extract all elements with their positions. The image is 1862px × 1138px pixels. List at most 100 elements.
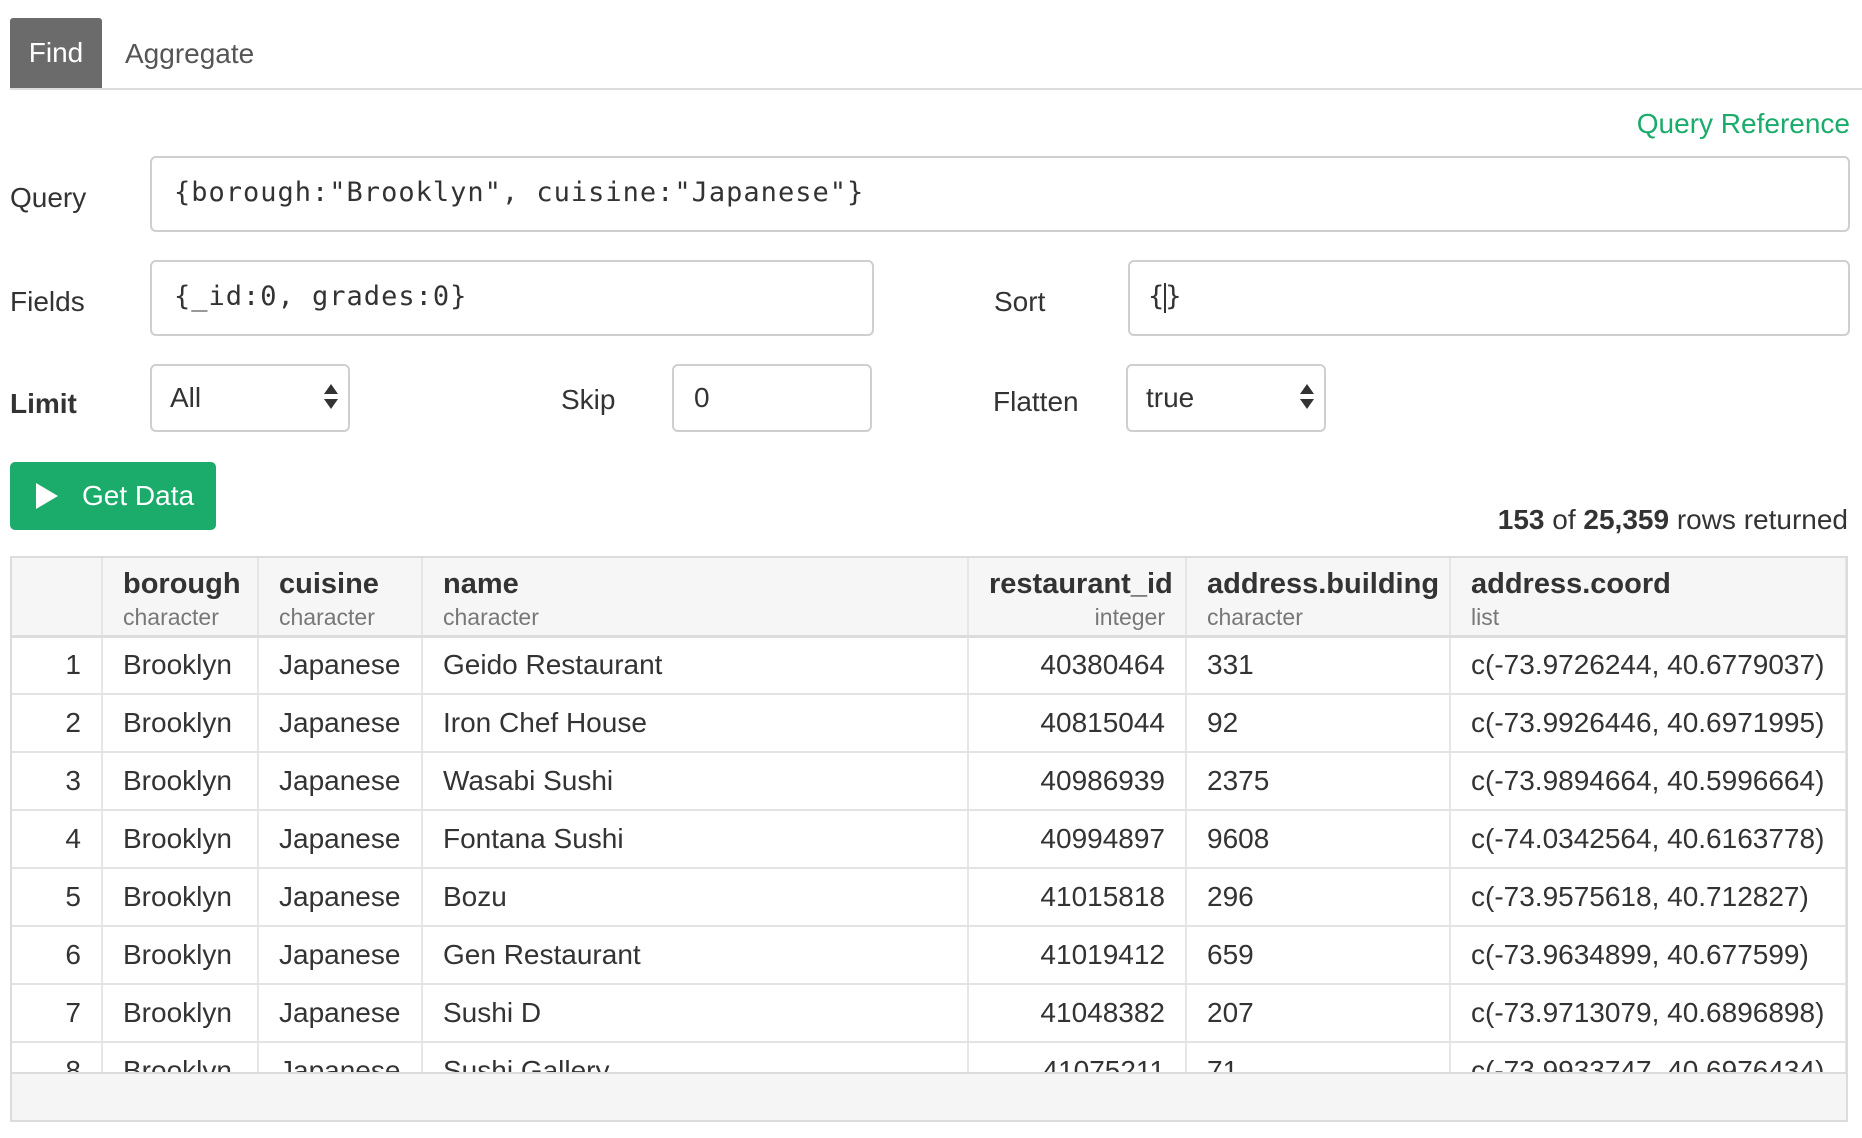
row-index: 5 — [12, 868, 103, 927]
column-name: cuisine — [279, 568, 379, 600]
table-row[interactable]: 7 Brooklyn Japanese Sushi D 41048382 207… — [12, 984, 1846, 1043]
cell-address-coord: c(-73.9926446, 40.6971995) — [1450, 694, 1846, 753]
select-arrows-icon — [1300, 384, 1314, 414]
skip-label: Skip — [561, 384, 616, 415]
table-row[interactable]: 1 Brooklyn Japanese Geido Restaurant 403… — [12, 636, 1846, 695]
cell-name: Fontana Sushi — [422, 810, 969, 869]
cell-address-building: 659 — [1186, 926, 1451, 985]
table-row[interactable]: 2 Brooklyn Japanese Iron Chef House 4081… — [12, 694, 1846, 753]
cell-address-coord: c(-74.0342564, 40.6163778) — [1450, 810, 1846, 869]
column-header-borough[interactable]: borough character — [102, 558, 259, 638]
cell-restaurant-id: 40815044 — [968, 694, 1187, 753]
sort-label: Sort — [994, 286, 1046, 317]
row-index: 2 — [12, 694, 103, 753]
table-row[interactable]: 4 Brooklyn Japanese Fontana Sushi 409948… — [12, 810, 1846, 869]
cell-name: Wasabi Sushi — [422, 752, 969, 811]
tab-find[interactable]: Find — [10, 18, 102, 88]
fields-input[interactable]: {_id:0, grades:0} — [150, 260, 874, 336]
cell-address-building: 9608 — [1186, 810, 1451, 869]
column-name: borough — [123, 568, 241, 600]
cell-restaurant-id: 41015818 — [968, 868, 1187, 927]
cell-cuisine: Japanese — [258, 694, 423, 753]
row-index: 4 — [12, 810, 103, 869]
cell-borough: Brooklyn — [102, 810, 259, 869]
column-header-restaurant-id[interactable]: restaurant_idinteger — [968, 558, 1187, 638]
cell-borough: Brooklyn — [102, 868, 259, 927]
table-header-row: borough character cuisine character name ch… — [12, 558, 1846, 638]
cell-name: Sushi D — [422, 984, 969, 1043]
cell-borough: Brooklyn — [102, 752, 259, 811]
row-index: 1 — [12, 636, 103, 695]
sort-value-end: } — [1165, 281, 1183, 312]
table-row[interactable]: 6 Brooklyn Japanese Gen Restaurant 41019… — [12, 926, 1846, 985]
row-index: 6 — [12, 926, 103, 985]
cell-address-coord: c(-73.9634899, 40.677599) — [1450, 926, 1846, 985]
row-index: 3 — [12, 752, 103, 811]
flatten-label: Flatten — [993, 386, 1079, 417]
column-header-index — [12, 558, 103, 638]
column-header-name[interactable]: name character — [422, 558, 969, 638]
tab-aggregate[interactable]: Aggregate — [125, 18, 254, 88]
cell-address-building: 207 — [1186, 984, 1451, 1043]
cell-borough: Brooklyn — [102, 984, 259, 1043]
column-type: integer — [1094, 604, 1165, 630]
row-index: 7 — [12, 984, 103, 1043]
cell-cuisine: Japanese — [258, 984, 423, 1043]
results-table[interactable]: borough character cuisine character name ch… — [10, 556, 1848, 1122]
cell-address-building: 2375 — [1186, 752, 1451, 811]
cell-cuisine: Japanese — [258, 868, 423, 927]
get-data-button[interactable]: Get Data — [10, 462, 216, 530]
cell-address-coord: c(-73.9894664, 40.5996664) — [1450, 752, 1846, 811]
limit-select[interactable]: All — [150, 364, 350, 432]
column-header-address-building[interactable]: address.building character — [1186, 558, 1451, 638]
cell-address-building: 331 — [1186, 636, 1451, 695]
cell-borough: Brooklyn — [102, 694, 259, 753]
rows-of-word: of — [1552, 504, 1576, 535]
rows-returned-summary: 153 of 25,359 rows returned — [1498, 504, 1848, 536]
play-icon — [36, 483, 58, 509]
column-header-cuisine[interactable]: cuisine character — [258, 558, 423, 638]
flatten-select[interactable]: true — [1126, 364, 1326, 432]
column-name: address.coord — [1471, 568, 1671, 600]
cell-restaurant-id: 41019412 — [968, 926, 1187, 985]
column-header-address-coord[interactable]: address.coord list — [1450, 558, 1846, 638]
cell-name: Iron Chef House — [422, 694, 969, 753]
fields-label: Fields — [10, 286, 85, 317]
limit-label: Limit — [10, 388, 77, 419]
cell-name: Bozu — [422, 868, 969, 927]
cell-address-building: 92 — [1186, 694, 1451, 753]
cell-cuisine: Japanese — [258, 810, 423, 869]
flatten-selected-value: true — [1146, 382, 1195, 413]
skip-input[interactable]: 0 — [672, 364, 872, 432]
query-label: Query — [10, 182, 87, 213]
cell-borough: Brooklyn — [102, 926, 259, 985]
query-reference-link[interactable]: Query Reference — [1637, 108, 1850, 140]
cell-cuisine: Japanese — [258, 636, 423, 695]
sort-input[interactable]: {} — [1128, 260, 1850, 336]
column-type: character — [443, 604, 539, 630]
limit-selected-value: All — [170, 382, 202, 413]
sort-value-start: { — [1148, 281, 1166, 312]
column-type: character — [279, 604, 375, 630]
tab-bar: Find Aggregate — [10, 18, 1862, 90]
get-data-label: Get Data — [82, 480, 195, 511]
cell-cuisine: Japanese — [258, 752, 423, 811]
cell-restaurant-id: 41048382 — [968, 984, 1187, 1043]
select-arrows-icon — [324, 384, 338, 414]
cell-cuisine: Japanese — [258, 926, 423, 985]
table-row[interactable]: 3 Brooklyn Japanese Wasabi Sushi 4098693… — [12, 752, 1846, 811]
cell-borough: Brooklyn — [102, 636, 259, 695]
cell-name: Geido Restaurant — [422, 636, 969, 695]
cell-address-building: 296 — [1186, 868, 1451, 927]
rows-total-count: 25,359 — [1583, 504, 1670, 535]
column-name: address.building — [1207, 568, 1440, 600]
cell-address-coord: c(-73.9575618, 40.712827) — [1450, 868, 1846, 927]
rows-returned-text: rows returned — [1676, 504, 1848, 535]
table-row[interactable]: 5 Brooklyn Japanese Bozu 41015818 296 c(… — [12, 868, 1846, 927]
cell-restaurant-id: 40994897 — [968, 810, 1187, 869]
cell-restaurant-id: 40380464 — [968, 636, 1187, 695]
table-footer-scrollbar[interactable] — [10, 1072, 1848, 1122]
column-name: restaurant_id — [989, 568, 1173, 600]
query-input[interactable]: {borough:"Brooklyn", cuisine:"Japanese"} — [150, 156, 1850, 232]
rows-shown-count: 153 — [1497, 504, 1545, 535]
